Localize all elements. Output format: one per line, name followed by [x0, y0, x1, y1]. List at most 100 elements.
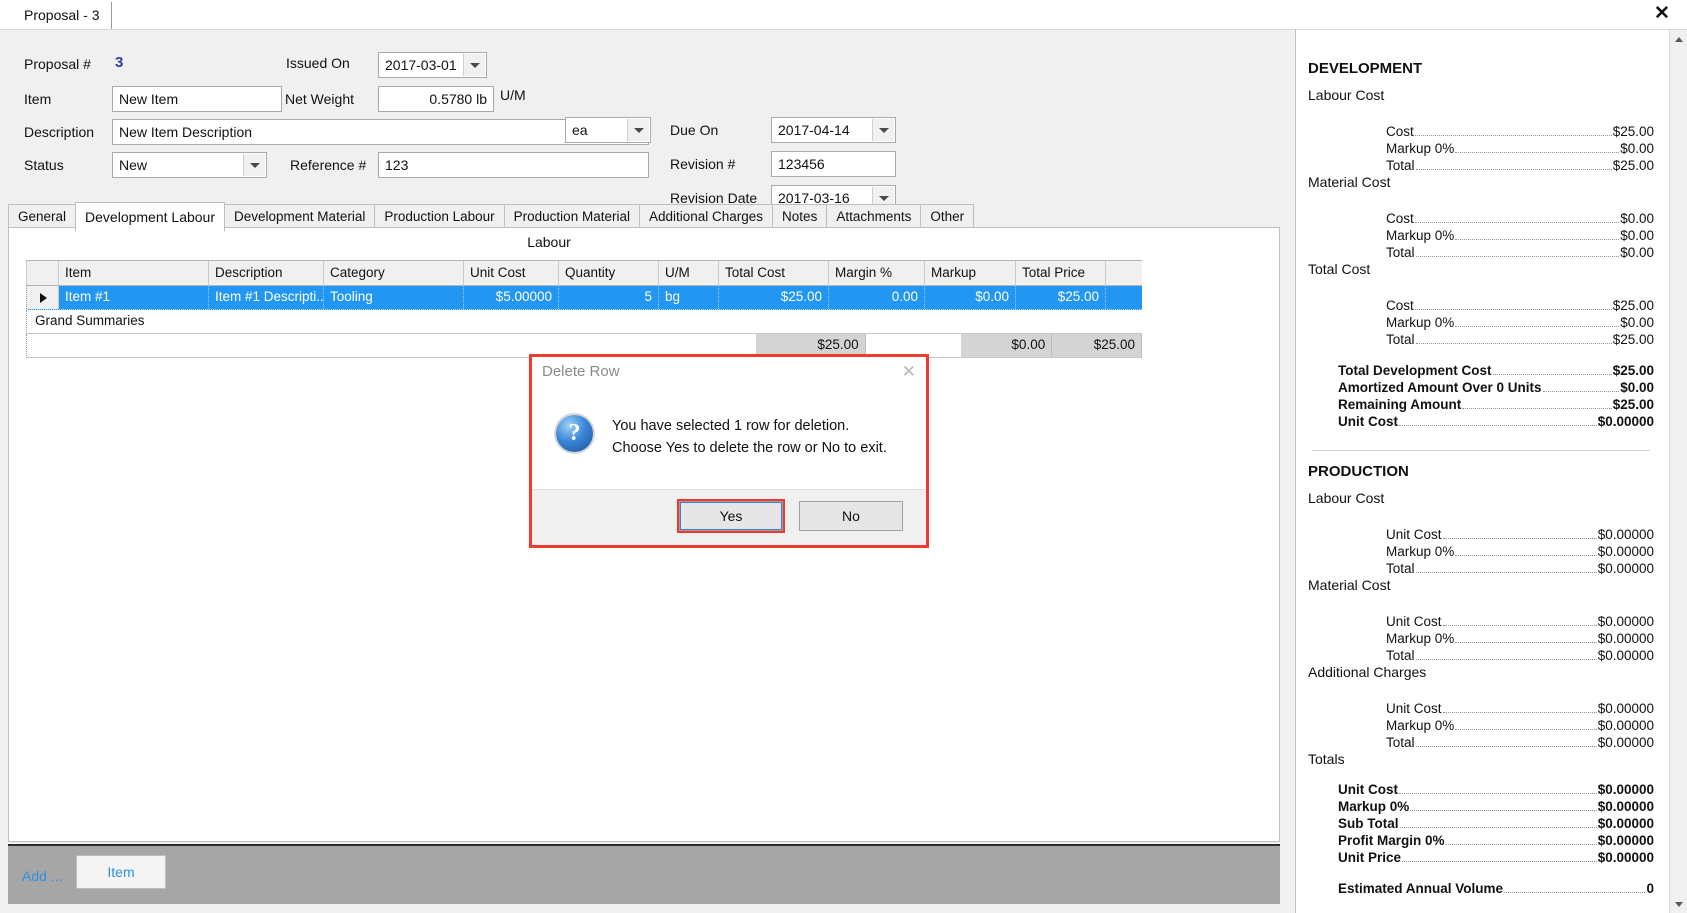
cell-description[interactable]: Item #1 Descripti...	[209, 286, 324, 309]
summary-line-value: $0.00	[1620, 245, 1654, 260]
summary-total-line-label: Total Development Cost	[1338, 363, 1492, 378]
grid-column-header[interactable]: Quantity	[559, 261, 659, 285]
summary-markup: $0.00	[961, 334, 1053, 357]
grid-column-header[interactable]: Markup	[925, 261, 1016, 285]
dot-leader	[1415, 659, 1597, 660]
summary-line-label: Markup 0%	[1386, 718, 1455, 733]
summary-total-line-value: $0.00000	[1597, 782, 1654, 797]
summary-line-label: Markup 0%	[1386, 315, 1455, 330]
dot-leader	[1415, 256, 1620, 257]
window-tab-proposal[interactable]: Proposal - 3	[18, 2, 113, 29]
cell-item[interactable]: Item #1	[59, 286, 209, 309]
summary-line-label: Markup 0%	[1386, 631, 1455, 646]
grid-column-header[interactable]: Description	[209, 261, 324, 285]
grid-caption: Labour	[527, 234, 571, 250]
dot-leader	[1402, 861, 1597, 862]
issued-on-datepicker[interactable]: 2017-03-01	[378, 52, 487, 78]
dialog-footer: Yes No	[532, 489, 926, 545]
dialog-close-icon[interactable]: ✕	[902, 362, 916, 382]
scroll-down-icon[interactable]	[1670, 895, 1687, 913]
summary-line-label: Total	[1386, 332, 1415, 347]
cell-quantity[interactable]: 5	[559, 286, 659, 309]
summary-line: Total $0.00	[1386, 244, 1654, 261]
chevron-down-icon[interactable]	[243, 154, 265, 176]
scroll-up-icon[interactable]	[1670, 30, 1687, 48]
summary-line: Markup 0% $0.00	[1386, 227, 1654, 244]
net-weight-input[interactable]: 0.5780 lb	[378, 86, 494, 112]
chevron-down-icon[interactable]	[872, 119, 894, 141]
summary-group-label: Labour Cost	[1308, 490, 1385, 506]
cell-uom[interactable]: bg	[659, 286, 719, 309]
summary-line-label: Markup 0%	[1386, 141, 1455, 156]
row-selector-arrow-icon[interactable]	[26, 286, 59, 309]
cell-total-price[interactable]: $25.00	[1016, 286, 1106, 309]
summary-footer-line-value: 0	[1646, 881, 1654, 896]
summary-line: Unit Cost $0.00000	[1386, 700, 1654, 717]
labour-grid: Item Description Category Unit Cost Quantity…	[26, 260, 1142, 358]
summary-total-line: Unit Cost $0.00000	[1338, 413, 1654, 430]
status-label: Status	[24, 157, 64, 173]
chevron-down-icon[interactable]	[463, 54, 485, 76]
proposal-number-label: Proposal #	[24, 56, 91, 72]
table-row[interactable]: Item #1 Item #1 Descripti... Tooling $5.000…	[26, 286, 1142, 310]
summary-line-value: $0.00000	[1597, 561, 1654, 576]
dot-leader	[1414, 309, 1612, 310]
summary-line-label: Total	[1386, 735, 1415, 750]
cell-category[interactable]: Tooling	[324, 286, 464, 309]
proposal-window: Proposal - 3 ✕ Proposal # 3 Item New Ite…	[0, 0, 1687, 913]
yes-button[interactable]: Yes	[677, 499, 785, 533]
dot-leader	[1415, 343, 1612, 344]
grid-column-header[interactable]: Category	[324, 261, 464, 285]
summary-line-label: Unit Cost	[1386, 527, 1442, 542]
summary-group-label: Totals	[1308, 751, 1345, 767]
cell-margin-pct[interactable]: 0.00	[829, 286, 925, 309]
summary-footer-line-label: Estimated Annual Volume	[1338, 881, 1504, 896]
dot-leader	[1492, 374, 1612, 375]
summary-total-line: Amortized Amount Over 0 Units $0.00	[1338, 379, 1654, 396]
reference-label: Reference #	[290, 157, 367, 173]
close-icon[interactable]: ✕	[1651, 3, 1673, 25]
reference-input[interactable]: 123	[378, 152, 649, 178]
summary-total-line-value: $0.00000	[1597, 799, 1654, 814]
summary-line-value: $0.00	[1620, 228, 1654, 243]
item-input[interactable]: New Item	[112, 86, 282, 112]
status-select[interactable]: New	[112, 152, 267, 178]
summary-group-label: Total Cost	[1308, 261, 1371, 277]
cell-total-cost[interactable]: $25.00	[719, 286, 829, 309]
dialog-message-line2: Choose Yes to delete the row or No to ex…	[612, 440, 887, 456]
cell-unit-cost[interactable]: $5.00000	[464, 286, 559, 309]
summary-line-value: $25.00	[1612, 298, 1654, 313]
summary-line: Markup 0% $0.00	[1386, 140, 1654, 157]
dialog-title: Delete Row	[542, 363, 620, 380]
revision-number-input[interactable]: 123456	[771, 151, 896, 177]
dot-leader	[1442, 538, 1597, 539]
grid-column-header[interactable]: U/M	[659, 261, 719, 285]
description-label: Description	[24, 124, 95, 140]
summary-line-label: Markup 0%	[1386, 228, 1455, 243]
due-on-datepicker[interactable]: 2017-04-14	[771, 117, 896, 143]
summary-total-line-label: Profit Margin 0%	[1338, 833, 1445, 848]
summary-line-label: Unit Cost	[1386, 614, 1442, 629]
grid-column-header[interactable]: Total Price	[1016, 261, 1106, 285]
window-tabstrip: Proposal - 3 ✕	[0, 0, 1687, 30]
question-icon	[556, 415, 593, 452]
chevron-down-icon[interactable]	[627, 119, 649, 141]
cell-markup[interactable]: $0.00	[925, 286, 1016, 309]
summary-line: Markup 0% $0.00000	[1386, 630, 1654, 647]
summary-line: Cost $25.00	[1386, 123, 1654, 140]
grid-body: Item #1 Item #1 Descripti... Tooling $5.000…	[26, 286, 1142, 310]
summary-line-label: Total	[1386, 561, 1415, 576]
tab-development-labour[interactable]: Development Labour	[75, 202, 226, 232]
grid-column-header[interactable]: Margin %	[829, 261, 925, 285]
grid-column-header[interactable]: Total Cost	[719, 261, 829, 285]
summary-panel-scrollbar[interactable]	[1669, 30, 1687, 913]
uom-select[interactable]: ea	[565, 117, 651, 143]
summary-total-line-label: Unit Price	[1338, 850, 1402, 865]
grid-column-header[interactable]: Unit Cost	[464, 261, 559, 285]
summary-total-line: Unit Cost $0.00000	[1338, 781, 1654, 798]
summary-total-line: Markup 0% $0.00000	[1338, 798, 1654, 815]
add-label: Add ...	[22, 868, 63, 884]
no-button[interactable]: No	[799, 501, 903, 531]
add-item-button[interactable]: Item	[76, 855, 166, 889]
grid-column-header[interactable]: Item	[59, 261, 209, 285]
